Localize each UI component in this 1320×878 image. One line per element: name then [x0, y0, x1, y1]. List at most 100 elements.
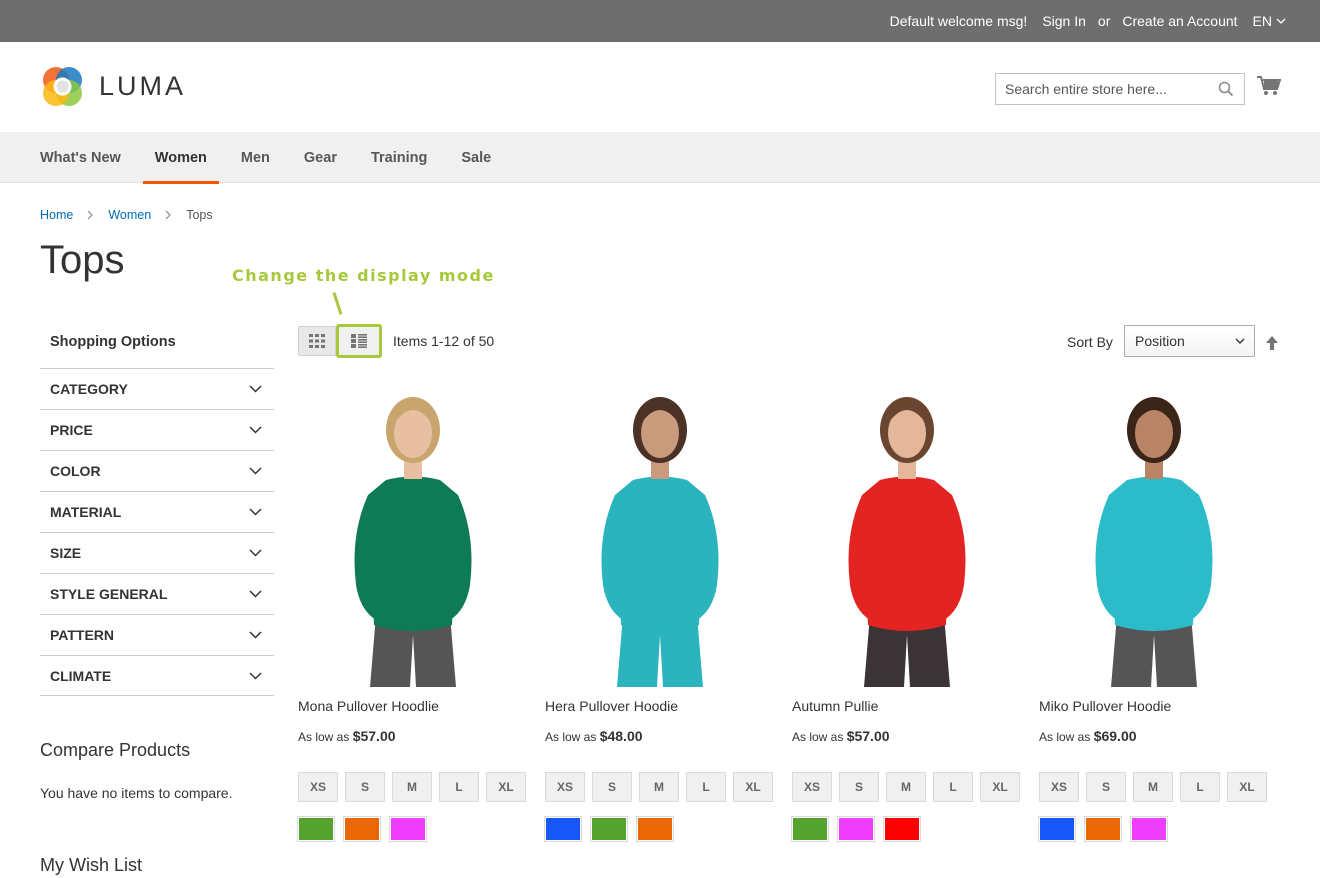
nav-item-gear[interactable]: Gear: [287, 132, 354, 183]
site-header: LUMA: [0, 42, 1320, 132]
nav-item-sale[interactable]: Sale: [444, 132, 508, 183]
sign-in-link[interactable]: Sign In: [1042, 13, 1086, 29]
product-name[interactable]: Hera Pullover Hoodie: [545, 698, 678, 714]
filter-category[interactable]: CATEGORY: [40, 368, 274, 409]
color-swatch[interactable]: [1084, 816, 1122, 842]
search-icon[interactable]: [1218, 81, 1234, 97]
size-option[interactable]: XS: [1039, 772, 1079, 802]
main-navigation: What's New Women Men Gear Training Sale: [0, 132, 1320, 184]
filter-label: CLIMATE: [50, 667, 112, 684]
price-value: $57.00: [352, 728, 396, 744]
filter-price[interactable]: PRICE: [40, 409, 274, 450]
product-name[interactable]: Autumn Pullie: [792, 698, 878, 714]
chevron-down-icon: [249, 385, 262, 393]
sort-by-select[interactable]: Position: [1124, 325, 1255, 357]
color-swatches: [297, 816, 427, 842]
chevron-down-icon: [249, 426, 262, 434]
size-option[interactable]: XS: [792, 772, 832, 802]
nav-item-men[interactable]: Men: [224, 132, 287, 183]
grid-mode-button[interactable]: [298, 326, 336, 356]
size-options: XS S M L XL: [792, 772, 1020, 802]
product-image[interactable]: [545, 385, 775, 687]
chevron-right-icon: [87, 210, 94, 220]
compare-empty-text: You have no items to compare.: [40, 785, 233, 801]
logo-icon: [43, 67, 82, 106]
page-title: Tops: [40, 238, 125, 282]
language-switcher[interactable]: EN: [1253, 13, 1286, 29]
breadcrumb-women[interactable]: Women: [108, 208, 151, 222]
search-box[interactable]: [995, 73, 1245, 105]
color-swatch[interactable]: [590, 816, 628, 842]
filter-style-general[interactable]: STYLE GENERAL: [40, 573, 274, 614]
size-option[interactable]: XL: [1227, 772, 1267, 802]
size-option[interactable]: M: [1133, 772, 1173, 802]
breadcrumb-home[interactable]: Home: [40, 208, 73, 222]
chevron-down-icon: [249, 549, 262, 557]
filter-color[interactable]: COLOR: [40, 450, 274, 491]
chevron-right-icon: [165, 210, 172, 220]
cart-icon[interactable]: [1257, 75, 1281, 97]
size-option[interactable]: M: [886, 772, 926, 802]
or-text: or: [1097, 13, 1111, 29]
breadcrumb: Home Women Tops: [40, 208, 213, 222]
size-option[interactable]: XS: [545, 772, 585, 802]
size-option[interactable]: L: [686, 772, 726, 802]
chevron-down-icon: [249, 590, 262, 598]
filter-material[interactable]: MATERIAL: [40, 491, 274, 532]
nav-list: What's New Women Men Gear Training Sale: [23, 132, 508, 184]
language-label: EN: [1252, 13, 1272, 29]
color-swatch[interactable]: [544, 816, 582, 842]
size-option[interactable]: M: [639, 772, 679, 802]
filter-size[interactable]: SIZE: [40, 532, 274, 573]
product-image[interactable]: [792, 385, 1022, 687]
nav-item-whats-new[interactable]: What's New: [23, 132, 138, 183]
price-prefix: As low as: [298, 730, 350, 744]
sort-by-value: Position: [1135, 333, 1185, 349]
size-option[interactable]: XL: [733, 772, 773, 802]
size-option[interactable]: XL: [486, 772, 526, 802]
color-swatch[interactable]: [389, 816, 427, 842]
color-swatch[interactable]: [883, 816, 921, 842]
size-option[interactable]: L: [439, 772, 479, 802]
size-option[interactable]: L: [1180, 772, 1220, 802]
color-swatch[interactable]: [297, 816, 335, 842]
filter-pattern[interactable]: PATTERN: [40, 614, 274, 655]
product-item: Mona Pullover Hoodlie As low as $57.00 XS S…: [297, 385, 528, 842]
nav-item-women[interactable]: Women: [138, 132, 224, 184]
product-name[interactable]: Mona Pullover Hoodlie: [298, 698, 439, 714]
size-option[interactable]: S: [1086, 772, 1126, 802]
color-swatch[interactable]: [837, 816, 875, 842]
color-swatch[interactable]: [1130, 816, 1168, 842]
luma-logo[interactable]: LUMA: [40, 64, 186, 109]
chevron-down-icon: [249, 508, 262, 516]
welcome-message: Default welcome msg!: [889, 13, 1028, 29]
product-image[interactable]: [1039, 385, 1269, 687]
create-account-link[interactable]: Create an Account: [1122, 13, 1237, 29]
color-swatch[interactable]: [1038, 816, 1076, 842]
color-swatch[interactable]: [791, 816, 829, 842]
search-input[interactable]: [996, 74, 1206, 104]
filter-label: SIZE: [50, 545, 82, 561]
filter-climate[interactable]: CLIMATE: [40, 655, 274, 696]
color-swatches: [791, 816, 921, 842]
nav-item-training[interactable]: Training: [354, 132, 444, 183]
color-swatch[interactable]: [343, 816, 381, 842]
product-image[interactable]: [298, 385, 528, 687]
filter-label: PRICE: [50, 422, 93, 438]
color-swatches: [544, 816, 674, 842]
product-item: Miko Pullover Hoodie As low as $69.00 XS S M…: [1038, 385, 1269, 842]
size-option[interactable]: S: [592, 772, 632, 802]
size-option[interactable]: L: [933, 772, 973, 802]
items-count: Items 1-12 of 50: [393, 333, 495, 349]
size-option[interactable]: XL: [980, 772, 1020, 802]
size-option[interactable]: M: [392, 772, 432, 802]
color-swatch[interactable]: [636, 816, 674, 842]
size-option[interactable]: S: [345, 772, 385, 802]
product-name[interactable]: Miko Pullover Hoodie: [1039, 698, 1171, 714]
chevron-down-icon: [249, 467, 262, 475]
filter-list: CATEGORY PRICE COLOR MATERIAL SIZE STYLE GENE…: [40, 368, 274, 696]
list-mode-button[interactable]: [336, 324, 382, 358]
sort-direction-icon[interactable]: [1265, 335, 1279, 351]
size-option[interactable]: XS: [298, 772, 338, 802]
size-option[interactable]: S: [839, 772, 879, 802]
